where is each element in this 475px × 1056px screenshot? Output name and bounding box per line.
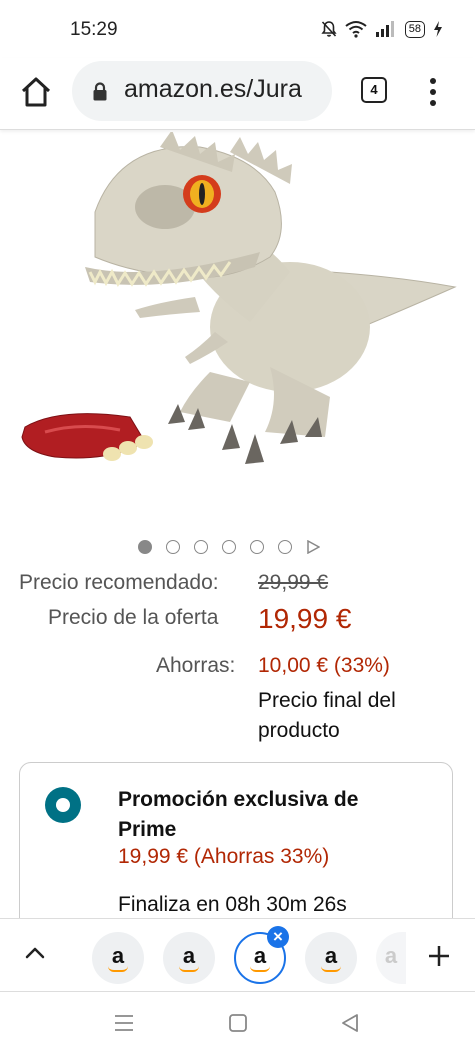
recommended-price-value: 29,99 € xyxy=(258,571,329,594)
browser-toolbar: amazon.es/Jura 4 xyxy=(0,58,475,130)
carousel-dot-active[interactable] xyxy=(138,540,152,554)
savings-label: Ahorras: xyxy=(156,654,236,677)
carousel-dot[interactable] xyxy=(166,540,180,554)
offer-price-label: Precio de la oferta xyxy=(48,606,219,629)
carousel-dot[interactable] xyxy=(250,540,264,554)
status-icons: 58 xyxy=(321,20,443,38)
promo-price: 19,99 € (Ahorras 33%) xyxy=(118,845,330,868)
tab-thumbnail-partial[interactable]: a xyxy=(376,932,406,984)
recent-apps-icon[interactable] xyxy=(114,1014,134,1032)
tab-thumbnail[interactable]: a xyxy=(163,932,215,984)
tab-thumbnail[interactable]: a xyxy=(92,932,144,984)
amazon-logo-icon: a xyxy=(384,943,398,968)
url-bar[interactable]: amazon.es/Jura xyxy=(72,61,332,121)
more-menu-icon[interactable] xyxy=(425,76,441,108)
play-video-icon[interactable] xyxy=(306,540,320,554)
savings-value: 10,00 € (33%) xyxy=(258,654,390,677)
status-bar: 15:29 58 xyxy=(0,0,475,58)
final-price-note: Precio final del producto xyxy=(258,689,396,742)
close-tab-icon[interactable]: × xyxy=(267,926,289,948)
image-carousel-indicator xyxy=(138,540,320,554)
battery-icon: 58 xyxy=(404,20,425,38)
tab-thumbnail[interactable]: a xyxy=(305,932,357,984)
product-image[interactable] xyxy=(0,132,475,532)
charging-icon xyxy=(434,21,442,37)
home-nav-icon[interactable] xyxy=(228,1013,248,1033)
tab-switcher-bar: a a a × a a xyxy=(0,918,475,992)
mute-bell-icon xyxy=(321,21,337,37)
home-icon[interactable] xyxy=(18,74,54,110)
radio-selected-dot xyxy=(56,798,70,812)
tab-count-button[interactable]: 4 xyxy=(361,77,387,103)
amazon-smile-icon xyxy=(108,966,128,972)
recommended-price-label: Precio recomendado: xyxy=(19,571,219,594)
system-nav-bar xyxy=(0,992,475,1056)
amazon-smile-icon xyxy=(179,966,199,972)
promo-radio-button[interactable] xyxy=(45,787,81,823)
chevron-up-icon[interactable] xyxy=(24,945,46,961)
carousel-dot[interactable] xyxy=(222,540,236,554)
promo-countdown: Finaliza en 08h 30m 26s xyxy=(118,893,347,916)
signal-icon xyxy=(375,21,394,37)
carousel-dot[interactable] xyxy=(278,540,292,554)
carousel-dot[interactable] xyxy=(194,540,208,554)
status-time: 15:29 xyxy=(70,19,118,40)
new-tab-plus-icon[interactable] xyxy=(427,944,451,968)
offer-price-value: 19,99 € xyxy=(258,603,352,634)
url-text: amazon.es/Jura xyxy=(124,75,302,103)
lock-icon xyxy=(93,82,107,101)
back-nav-icon[interactable] xyxy=(340,1013,360,1033)
amazon-smile-icon xyxy=(250,966,270,972)
wifi-icon xyxy=(345,21,367,38)
promo-title: Promoción exclusiva de Prime xyxy=(118,788,359,841)
amazon-smile-icon xyxy=(321,966,341,972)
